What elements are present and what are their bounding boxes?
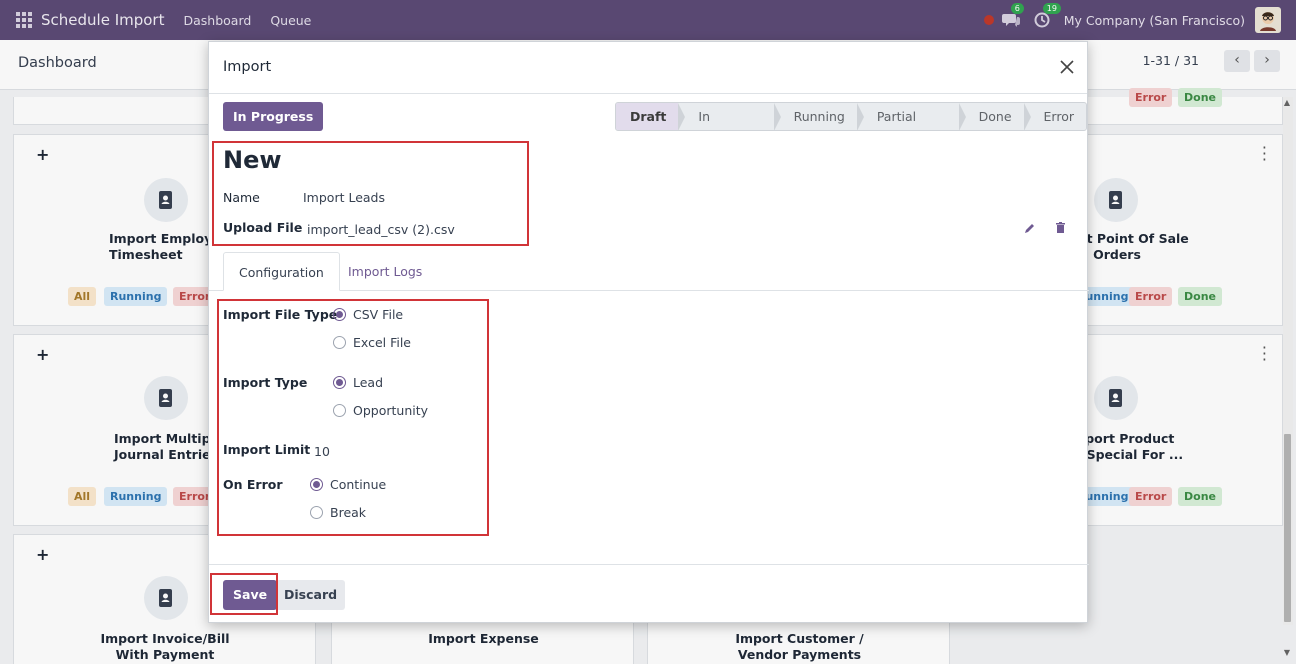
radio-excel-file[interactable]: Excel File [333, 335, 411, 350]
tab-configuration[interactable]: Configuration [223, 252, 340, 291]
import-limit-field[interactable]: 10 [314, 444, 330, 459]
radio-lead[interactable]: Lead [333, 375, 383, 390]
save-button[interactable]: Save [223, 580, 278, 610]
import-limit-label: Import Limit [223, 442, 311, 457]
tab-import-logs[interactable]: Import Logs [333, 252, 437, 291]
stage-draft[interactable]: Draft [616, 103, 686, 130]
radio-opportunity[interactable]: Opportunity [333, 403, 428, 418]
stage-done[interactable]: Done [959, 103, 1031, 130]
edit-pencil-icon[interactable] [1024, 222, 1036, 238]
radio-continue[interactable]: Continue [310, 477, 386, 492]
notebook-tabs: Configuration Import Logs [209, 252, 1089, 291]
stage-in-progress[interactable]: In Progress [678, 103, 781, 130]
upload-file-name[interactable]: import_lead_csv (2).csv [307, 222, 455, 237]
upload-file-label: Upload File [223, 220, 303, 235]
dialog-title: Import [223, 59, 272, 75]
name-field[interactable]: Import Leads [303, 190, 385, 205]
stage-partial-done[interactable]: Partial Done [857, 103, 966, 130]
stage-running[interactable]: Running [774, 103, 865, 130]
radio-break[interactable]: Break [310, 505, 366, 520]
name-label: Name [223, 190, 260, 205]
on-error-label: On Error [223, 477, 283, 492]
stage-error[interactable]: Error [1024, 103, 1086, 130]
in-progress-button[interactable]: In Progress [223, 102, 324, 131]
dialog-header: Import [209, 42, 1087, 94]
import-type-label: Import Type [223, 375, 308, 390]
status-bar: Draft In Progress Running Partial Done D… [615, 102, 1087, 131]
record-title: New [223, 146, 282, 174]
discard-button[interactable]: Discard [276, 580, 346, 610]
dialog-footer: Save Discard [209, 564, 1089, 623]
import-dialog: Import In Progress Draft In Progress Run… [208, 41, 1089, 623]
import-file-type-label: Import File Type [223, 307, 338, 322]
trash-icon[interactable] [1055, 222, 1066, 238]
radio-csv-file[interactable]: CSV File [333, 307, 403, 322]
close-icon[interactable] [1059, 55, 1075, 79]
